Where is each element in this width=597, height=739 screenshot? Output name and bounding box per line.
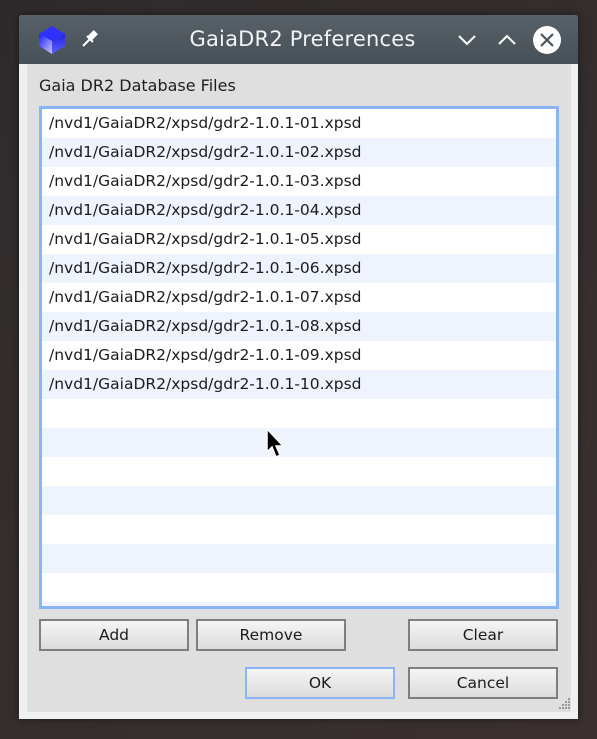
ok-button[interactable]: OK (245, 667, 395, 699)
chevron-down-icon (458, 35, 476, 46)
chevron-up-icon (498, 34, 516, 45)
empty-row (42, 573, 556, 602)
remove-button[interactable]: Remove (196, 619, 346, 651)
mouse-pointer-icon (266, 428, 285, 459)
empty-row (42, 544, 556, 573)
title-bar[interactable]: GaiaDR2 Preferences (19, 15, 578, 64)
list-item[interactable]: /nvd1/GaiaDR2/xpsd/gdr2-1.0.1-07.xpsd (42, 283, 556, 312)
add-button[interactable]: Add (39, 619, 189, 651)
empty-row (42, 457, 556, 486)
empty-row (42, 428, 556, 457)
dialog-body: Gaia DR2 Database Files /nvd1/GaiaDR2/xp… (27, 64, 571, 712)
empty-row (42, 515, 556, 544)
clear-button[interactable]: Clear (408, 619, 558, 651)
list-item[interactable]: /nvd1/GaiaDR2/xpsd/gdr2-1.0.1-06.xpsd (42, 254, 556, 283)
list-item[interactable]: /nvd1/GaiaDR2/xpsd/gdr2-1.0.1-08.xpsd (42, 312, 556, 341)
empty-row (42, 486, 556, 515)
database-files-label: Gaia DR2 Database Files (39, 76, 236, 95)
list-item[interactable]: /nvd1/GaiaDR2/xpsd/gdr2-1.0.1-05.xpsd (42, 225, 556, 254)
list-item[interactable]: /nvd1/GaiaDR2/xpsd/gdr2-1.0.1-04.xpsd (42, 196, 556, 225)
list-item[interactable]: /nvd1/GaiaDR2/xpsd/gdr2-1.0.1-01.xpsd (42, 109, 556, 138)
list-item[interactable]: /nvd1/GaiaDR2/xpsd/gdr2-1.0.1-03.xpsd (42, 167, 556, 196)
list-item[interactable]: /nvd1/GaiaDR2/xpsd/gdr2-1.0.1-02.xpsd (42, 138, 556, 167)
empty-row (42, 602, 556, 606)
close-button[interactable] (532, 25, 562, 55)
list-item[interactable]: /nvd1/GaiaDR2/xpsd/gdr2-1.0.1-09.xpsd (42, 341, 556, 370)
database-files-list[interactable]: /nvd1/GaiaDR2/xpsd/gdr2-1.0.1-01.xpsd /n… (39, 106, 559, 609)
maximize-button[interactable] (492, 25, 522, 55)
minimize-button[interactable] (452, 25, 482, 55)
empty-row (42, 399, 556, 428)
resize-grip-icon[interactable] (556, 697, 572, 713)
preferences-dialog: GaiaDR2 Preferences Gaia DR2 Database Fi… (19, 15, 578, 719)
cancel-button[interactable]: Cancel (408, 667, 558, 699)
list-item[interactable]: /nvd1/GaiaDR2/xpsd/gdr2-1.0.1-10.xpsd (42, 370, 556, 399)
